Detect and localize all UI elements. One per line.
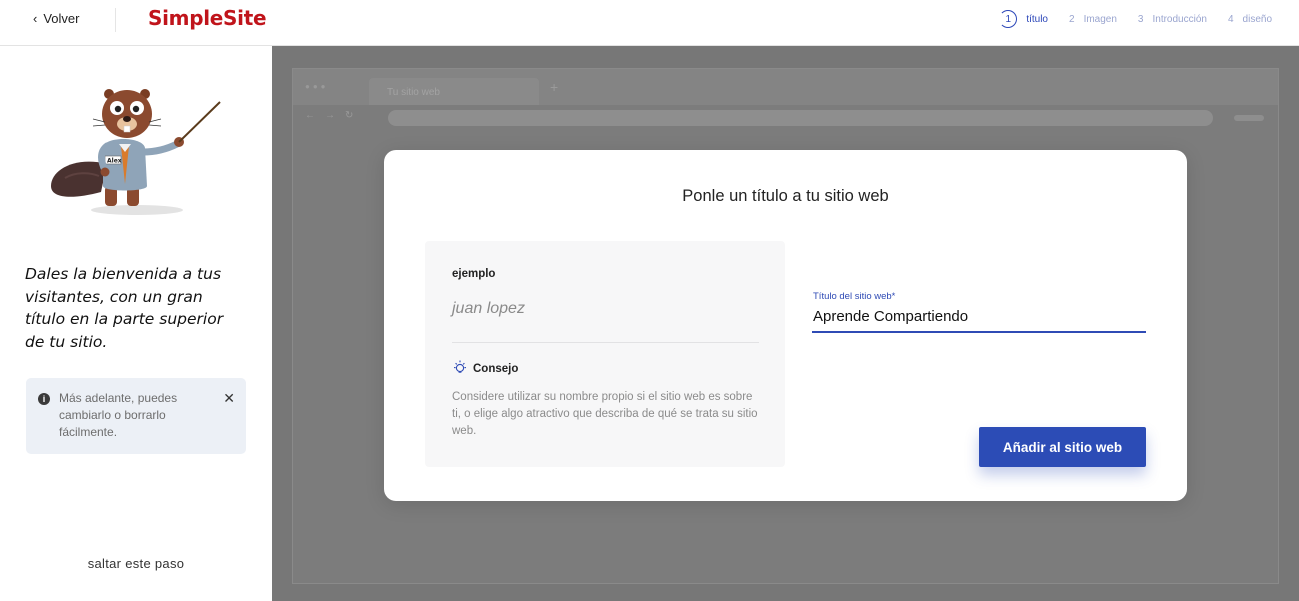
example-label: ejemplo [452,268,496,280]
lightbulb-icon [454,360,466,373]
info-icon: i [38,393,50,405]
tip-body: Considere utilizar su nombre propio si e… [452,391,758,437]
browser-nav-icons: ←→↻ [305,110,364,121]
step-introduccion[interactable]: 3 Introducción [1138,14,1207,25]
site-title-label: Título del sitio web* [813,291,896,302]
info-notice-text: Más adelante, puedes cambiarlo o borrarl… [59,391,178,439]
browser-tab: Tu sitio web [369,78,539,105]
site-title-input[interactable] [812,306,1146,333]
browser-menu-placeholder [1234,115,1264,121]
close-icon[interactable]: ✕ [223,390,235,407]
example-value: juan lopez [452,300,525,317]
step-number-1: 1 [999,10,1018,28]
step-diseno[interactable]: 4 diseño [1228,14,1272,25]
new-tab-icon: + [550,79,559,95]
header-divider [115,8,116,32]
top-bar: ‹ Volver SimpleSite 1 título 2 Imagen 3 … [0,0,1299,46]
skip-step-link[interactable]: saltar este paso [0,556,272,571]
step-label-imagen: Imagen [1083,13,1117,25]
beaver-mascot-illustration: Alex [51,89,221,215]
step-imagen[interactable]: 2 Imagen [1069,14,1117,25]
step-titulo[interactable]: 1 título [999,10,1048,28]
tip-title: Consejo [473,363,519,375]
title-dialog: Ponle un título a tu sitio web ejemplo j… [384,150,1187,501]
step-label-diseno: diseño [1242,13,1272,25]
progress-steps: 1 título 2 Imagen 3 Introducción 4 diseñ… [999,10,1272,28]
sidebar: Alex Dales la bienvenida a tus visitante… [0,46,272,601]
example-card: ejemplo juan lopez Consejo Considere uti… [425,241,785,467]
address-bar [388,110,1213,126]
browser-tab-row: ●●● Tu sitio web + [293,69,1278,105]
step-number-2: 2 [1069,13,1075,25]
step-number-4: 4 [1227,13,1234,25]
info-notice: i Más adelante, puedes cambiarlo o borra… [26,378,246,454]
step-label-introduccion: Introducción [1152,13,1207,25]
mascot-name-badge: Alex [107,158,122,165]
dialog-title: Ponle un título a tu sitio web [682,187,889,205]
chevron-left-icon: ‹ [33,11,38,26]
card-divider [452,342,759,343]
back-button[interactable]: ‹ Volver [33,11,79,26]
simplesite-logo[interactable]: SimpleSite [148,6,267,30]
window-dots-icon: ●●● [305,82,329,91]
add-to-site-button[interactable]: Añadir al sitio web [979,427,1146,467]
back-label: Volver [43,11,80,26]
step-number-3: 3 [1137,13,1144,25]
welcome-text: Dales la bienvenida a tus visitantes, co… [25,265,224,351]
step-label-titulo: título [1026,13,1048,25]
